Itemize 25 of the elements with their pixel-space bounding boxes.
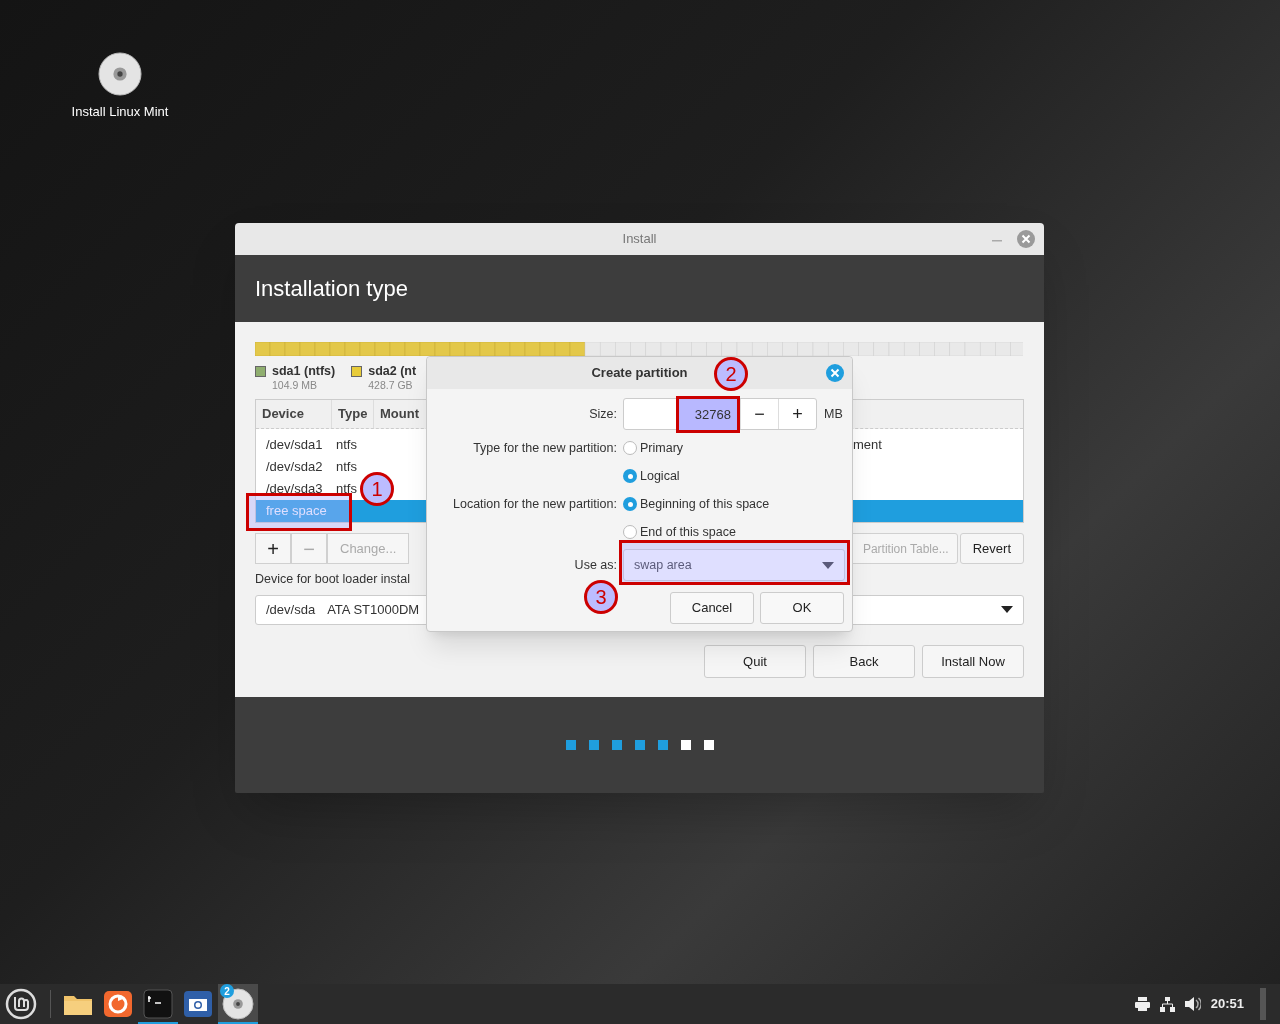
dialog-title: Create partition bbox=[591, 364, 688, 383]
table-cell-text: free space bbox=[265, 502, 328, 521]
page-heading: Installation type bbox=[255, 275, 408, 303]
table-cell-text: /dev/sda2 bbox=[265, 458, 324, 477]
field-label: Use as: bbox=[573, 556, 617, 574]
dropdown-value: /dev/sda bbox=[266, 601, 316, 619]
table-cell-text: /dev/sda1 bbox=[265, 436, 324, 455]
field-label: Type for the new partition: bbox=[472, 439, 617, 457]
dropdown-value: ATA ST1000DM bbox=[327, 601, 420, 619]
field-label: Size: bbox=[588, 405, 617, 423]
field-label: Location for the new partition: bbox=[452, 495, 617, 513]
table-cell-text: ntfs bbox=[335, 458, 358, 477]
legend-label: sda1 (ntfs) bbox=[272, 364, 336, 378]
window-title: Install bbox=[622, 230, 657, 249]
table-cell-text: ntfs bbox=[335, 480, 358, 499]
notification-badge: 2 bbox=[220, 984, 234, 998]
boot-loader-label: Device for boot loader instal bbox=[255, 571, 411, 588]
unit-label: MB bbox=[824, 405, 843, 423]
table-cell-text: ntfs bbox=[335, 436, 358, 455]
table-cell-text: /dev/sda3 bbox=[265, 480, 324, 499]
dropdown-value: swap area bbox=[634, 556, 692, 574]
legend-size: 428.7 GB bbox=[368, 378, 414, 392]
legend-size: 104.9 MB bbox=[272, 378, 318, 392]
legend-label: sda2 (nt bbox=[368, 364, 417, 378]
table-cell-text: ment bbox=[853, 436, 883, 455]
